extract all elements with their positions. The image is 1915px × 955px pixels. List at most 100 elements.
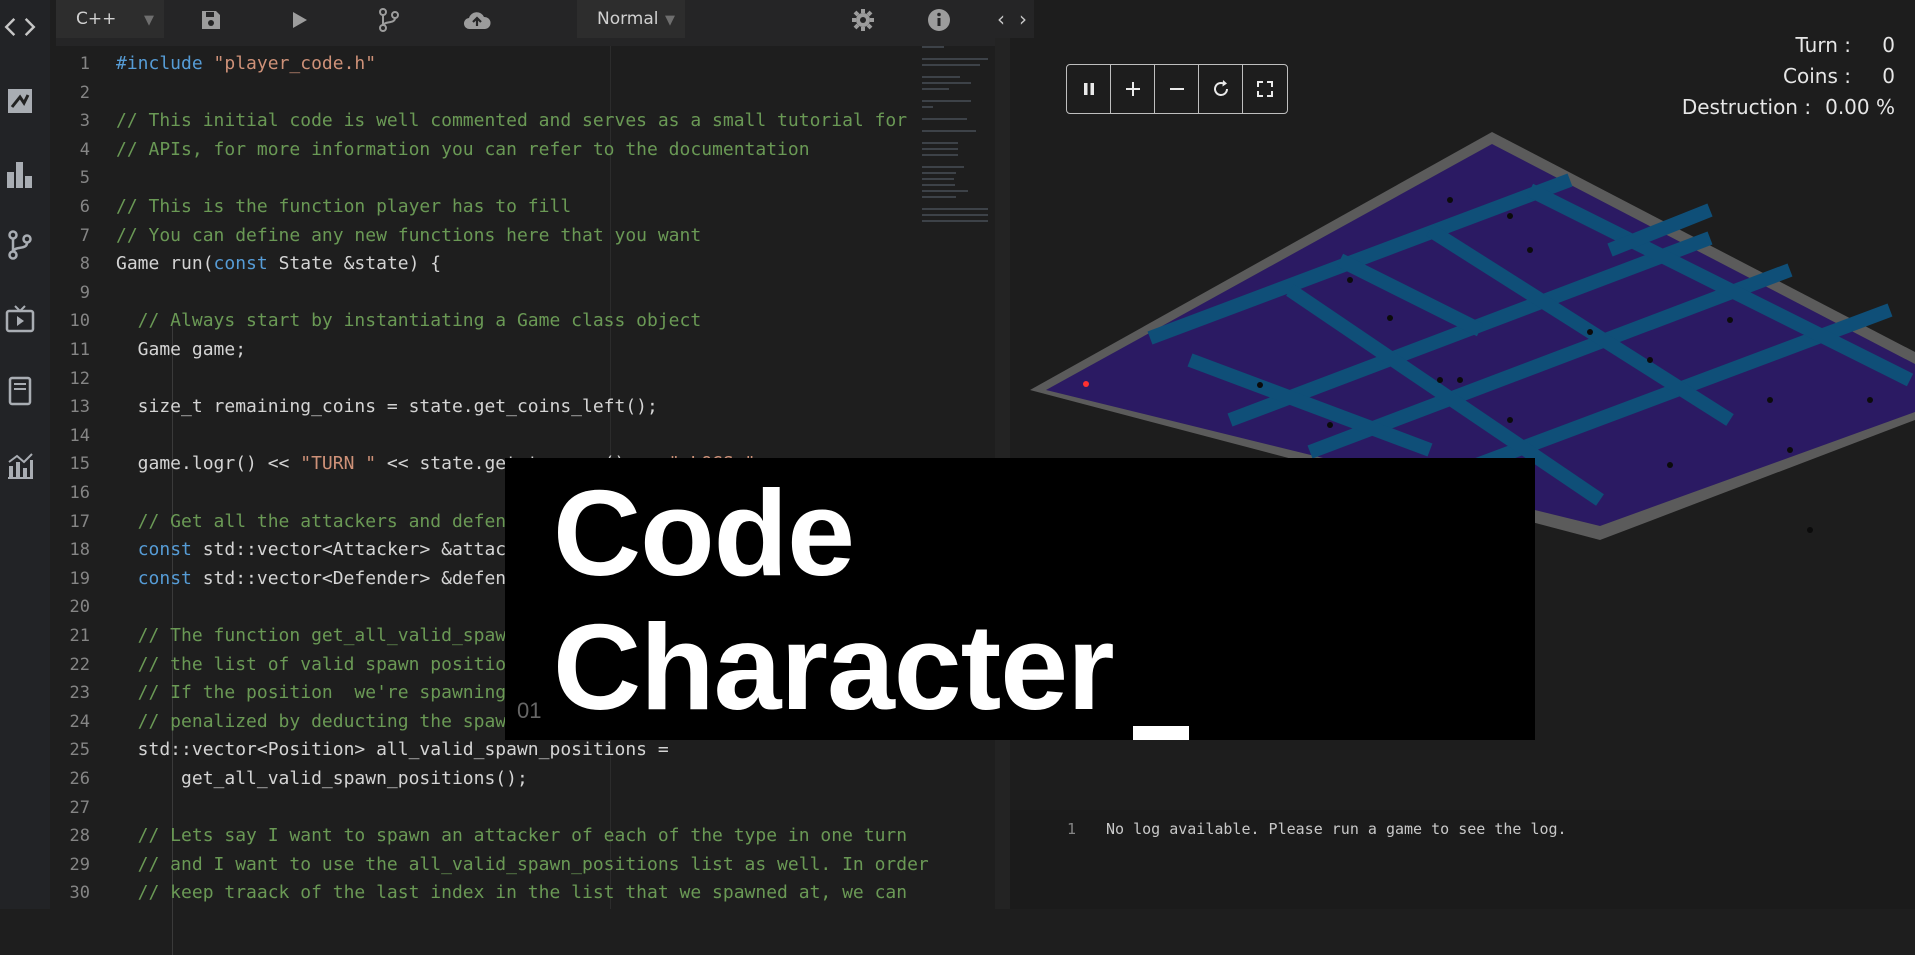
- code-text: size_t remaining_coins = state.get_coins…: [116, 396, 658, 418]
- game-stats: Turn : 0 Coins : 0 Destruction : 0.00 %: [1682, 30, 1895, 123]
- code-line[interactable]: 3 // This initial code is well commented …: [56, 107, 916, 135]
- pause-icon[interactable]: [1067, 65, 1111, 113]
- run-icon[interactable]: [284, 5, 314, 35]
- code-text: Game game;: [116, 339, 247, 360]
- code-text: const std::vector<Attacker> &attackers: [137, 539, 550, 561]
- banner-index: 01: [517, 698, 542, 723]
- code-text: // This is the function player has to fi…: [116, 196, 572, 217]
- code-line[interactable]: 2: [56, 79, 916, 107]
- minimap-line: [922, 172, 957, 174]
- code-text: Game run(const State &state) {: [116, 253, 442, 275]
- stat-label: Turn :: [1795, 33, 1852, 57]
- chevron-down-icon: ▼: [144, 13, 154, 28]
- line-number: 22: [69, 654, 90, 675]
- banner-title: Code Character: [553, 465, 1115, 735]
- stats-icon[interactable]: [3, 448, 37, 482]
- editor-scrollbar[interactable]: [995, 0, 1010, 909]
- minimap[interactable]: [918, 46, 992, 296]
- code-line[interactable]: 11 Game game;: [56, 336, 916, 364]
- code-line[interactable]: 13 size_t remaining_coins = state.get_co…: [56, 393, 916, 421]
- info-icon[interactable]: [924, 5, 954, 35]
- minimap-line: [922, 100, 971, 102]
- stat-value: 0: [1882, 33, 1895, 57]
- banner-line-1: Code: [553, 465, 855, 601]
- line-number: 10: [69, 311, 90, 332]
- stat-coins: Coins : 0: [1682, 61, 1895, 92]
- commit-icon[interactable]: [374, 5, 404, 35]
- minimap-line: [922, 184, 956, 186]
- settings-icon[interactable]: [848, 5, 878, 35]
- line-number: 6: [79, 197, 90, 217]
- code-text: // Always start by instantiating a Game …: [116, 310, 702, 332]
- code-line[interactable]: 30 // keep traack of the last index in t…: [56, 879, 916, 907]
- minimap-line: [922, 166, 965, 168]
- code-text: // If the position we're spawning: [116, 682, 507, 704]
- language-value: C++: [76, 9, 117, 29]
- save-icon[interactable]: [196, 5, 226, 35]
- code-text: // Get all the attackers and defenders: [116, 510, 550, 532]
- zoom-in-icon[interactable]: [1111, 65, 1155, 113]
- code-text: // You can define any new functions here…: [116, 224, 702, 246]
- fullscreen-icon[interactable]: [1243, 65, 1287, 113]
- pane-nav[interactable]: ‹ ›: [990, 0, 1034, 38]
- code-line[interactable]: 27: [56, 794, 916, 822]
- line-number: 19: [69, 568, 90, 589]
- code-line[interactable]: 7 // You can define any new functions her…: [56, 222, 916, 250]
- banner-line-2: Character: [553, 599, 1115, 735]
- code-line[interactable]: 29 // and I want to use the all_valid_sp…: [56, 851, 929, 879]
- upload-icon[interactable]: [462, 5, 492, 35]
- code-line[interactable]: 1 #include "player_code.h": [56, 50, 916, 78]
- book-icon[interactable]: [3, 374, 37, 408]
- playback-controls: [1066, 64, 1288, 114]
- line-number: 2: [79, 82, 90, 103]
- chevron-left-icon[interactable]: ‹: [997, 7, 1005, 31]
- code-text: const std::vector<Defender> &defenders: [137, 567, 550, 589]
- stat-label: Destruction :: [1681, 95, 1812, 119]
- code-line[interactable]: 12: [56, 365, 916, 393]
- code-line[interactable]: 5: [56, 164, 916, 192]
- code-text: // This initial code is well commented a…: [116, 110, 908, 132]
- minimap-line: [922, 46, 944, 48]
- minimap-line: [922, 220, 988, 222]
- line-number: 4: [79, 139, 90, 160]
- minimap-line: [922, 142, 958, 144]
- code-icon[interactable]: [3, 10, 37, 44]
- code-line[interactable]: 9: [56, 279, 916, 307]
- code-line[interactable]: 26 get_all_valid_spawn_positions();: [56, 765, 916, 793]
- code-line[interactable]: 28 // Lets say I want to spawn an attack…: [56, 822, 916, 850]
- stat-value: 0.00 %: [1825, 95, 1895, 119]
- line-number: 29: [69, 854, 90, 875]
- line-number: 3: [79, 111, 90, 132]
- minimap-line: [922, 58, 988, 60]
- mode-value: Normal: [597, 9, 659, 29]
- minimap-line: [922, 82, 971, 84]
- minimap-line: [922, 190, 968, 192]
- line-number: 9: [79, 282, 90, 303]
- bar-chart-icon[interactable]: [3, 156, 37, 190]
- minimap-line: [922, 196, 957, 198]
- code-text: // penalized by deducting the spawn: [116, 710, 517, 732]
- code-line[interactable]: 4 // APIs, for more information you can r…: [56, 136, 916, 164]
- restart-icon[interactable]: [1199, 65, 1243, 113]
- code-text: get_all_valid_spawn_positions();: [116, 768, 528, 789]
- code-line[interactable]: 8 Game run(const State &state) {: [56, 250, 916, 278]
- code-line[interactable]: 6 // This is the function player has to f…: [56, 193, 916, 221]
- banner-cursor: [1133, 726, 1189, 740]
- branch-icon[interactable]: [3, 228, 37, 262]
- line-number: 20: [69, 597, 90, 618]
- line-number: 15: [69, 454, 90, 475]
- zoom-out-icon[interactable]: [1155, 65, 1199, 113]
- tv-icon[interactable]: [3, 302, 37, 336]
- code-line[interactable]: 25 std::vector<Position> all_valid_spawn…: [56, 736, 916, 764]
- stat-label: Coins :: [1783, 64, 1851, 88]
- mode-select[interactable]: Normal ▼: [577, 0, 685, 38]
- chevron-right-icon[interactable]: ›: [1019, 7, 1027, 31]
- title-banner: Code Character 01: [505, 458, 1535, 740]
- code-line[interactable]: 14: [56, 422, 916, 450]
- code-line[interactable]: 10 // Always start by instantiating a Ga…: [56, 307, 916, 335]
- language-select[interactable]: C++ ▼: [56, 0, 164, 38]
- line-number: 21: [69, 626, 90, 646]
- map-icon[interactable]: [3, 84, 37, 118]
- minimap-line: [922, 148, 958, 150]
- line-number: 1: [79, 54, 90, 74]
